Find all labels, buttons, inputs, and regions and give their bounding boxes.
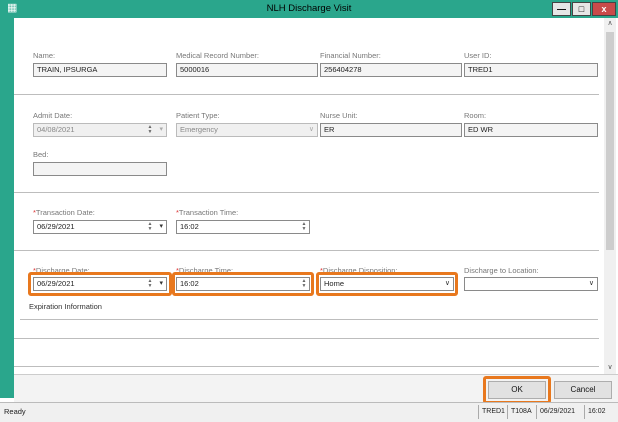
- discharge-location-label: Discharge to Location:: [464, 266, 539, 275]
- transaction-date-field[interactable]: 06/29/2021 ▲ ▼ ▾: [33, 220, 167, 234]
- room-field[interactable]: ED WR: [464, 123, 598, 137]
- spin-arrows-icon[interactable]: ▲ ▼: [300, 222, 308, 232]
- chevron-down-icon: ∨: [588, 280, 594, 287]
- nurse-unit-label: Nurse Unit:: [320, 111, 358, 120]
- cancel-button[interactable]: Cancel: [554, 381, 612, 399]
- bed-field[interactable]: [33, 162, 167, 176]
- room-label: Room:: [464, 111, 487, 120]
- status-date: 06/29/2021: [536, 405, 578, 419]
- spin-arrows-icon[interactable]: ▲ ▼: [146, 222, 154, 232]
- section-divider: [14, 192, 599, 193]
- mrn-label: Medical Record Number:: [176, 51, 259, 60]
- transaction-date-label: *Transaction Date:: [33, 208, 95, 217]
- user-id-field[interactable]: TRED1: [464, 63, 598, 77]
- fin-field[interactable]: 256404278: [320, 63, 462, 77]
- dropdown-arrow-icon: ▾: [159, 126, 163, 133]
- status-terminal: T108A: [507, 405, 535, 419]
- patient-type-select[interactable]: Emergency ∨: [176, 123, 318, 137]
- name-label: Name:: [33, 51, 56, 60]
- admit-date-value: 04/08/2021: [37, 125, 75, 134]
- spin-arrows-icon: ▲ ▼: [147, 124, 153, 135]
- nurse-unit-field[interactable]: ER: [320, 123, 462, 137]
- section-divider: [14, 250, 599, 251]
- maximize-button[interactable]: □: [572, 2, 591, 16]
- button-bar: OK Cancel: [14, 374, 618, 404]
- status-text: Ready: [4, 407, 26, 416]
- mrn-field[interactable]: 5000016: [176, 63, 318, 77]
- patient-type-label: Patient Type:: [176, 111, 220, 120]
- title-bar: ▦ NLH Discharge Visit — □ x: [0, 0, 618, 18]
- fin-label: Financial Number:: [320, 51, 381, 60]
- status-time: 16:02: [584, 405, 609, 419]
- transaction-time-value: 16:02: [180, 222, 199, 231]
- bed-label: Bed:: [33, 150, 49, 159]
- expiration-group-border: [20, 319, 598, 320]
- admit-date-label: Admit Date:: [33, 111, 73, 120]
- patient-type-value: Emergency: [180, 125, 218, 134]
- admit-date-field[interactable]: 04/08/2021 ▲ ▼ ▾: [33, 123, 167, 137]
- ok-button-highlight: [483, 376, 551, 404]
- status-user: TRED1: [478, 405, 508, 419]
- discharge-window: ▦ NLH Discharge Visit — □ x Name: TRAIN,…: [0, 0, 618, 422]
- scroll-up-icon[interactable]: ∧: [604, 18, 616, 30]
- scrollbar-thumb[interactable]: [606, 32, 614, 250]
- name-field[interactable]: TRAIN, IPSURGA: [33, 63, 167, 77]
- window-left-frame: [0, 18, 14, 398]
- discharge-location-select[interactable]: ∨: [464, 277, 598, 291]
- form-content: Name: TRAIN, IPSURGA Medical Record Numb…: [14, 18, 604, 374]
- section-divider: [14, 94, 599, 95]
- close-button[interactable]: x: [592, 2, 616, 16]
- vertical-scrollbar[interactable]: ∧ ∨: [604, 18, 616, 374]
- discharge-time-highlight: [172, 272, 314, 296]
- discharge-date-highlight: [28, 272, 172, 296]
- transaction-time-field[interactable]: 16:02 ▲ ▼: [176, 220, 310, 234]
- expiration-group-label: Expiration Information: [26, 302, 105, 311]
- user-id-label: User ID:: [464, 51, 492, 60]
- transaction-time-label: *Transaction Time:: [176, 208, 239, 217]
- transaction-date-value: 06/29/2021: [37, 222, 75, 231]
- section-divider: [14, 338, 599, 339]
- status-bar: Ready TRED1 T108A 06/29/2021 16:02: [0, 402, 618, 422]
- minimize-button[interactable]: —: [552, 2, 571, 16]
- window-title: NLH Discharge Visit: [266, 3, 352, 14]
- chevron-down-icon: ∨: [308, 126, 314, 133]
- discharge-disposition-highlight: [316, 272, 458, 296]
- scroll-down-icon[interactable]: ∨: [604, 362, 616, 374]
- dropdown-arrow-icon[interactable]: ▾: [159, 221, 163, 233]
- section-divider: [14, 366, 599, 367]
